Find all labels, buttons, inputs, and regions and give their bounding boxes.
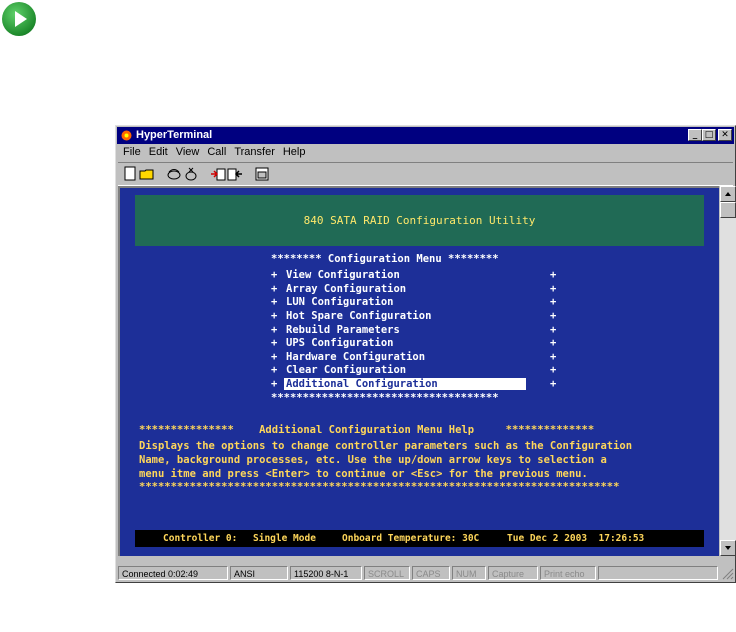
scroll-up-button[interactable]: [720, 186, 736, 202]
date-time: Tue Dec 2 2003 17:26:53: [507, 533, 645, 544]
controller-label: Controller 0:: [163, 533, 238, 544]
utility-header: 840 SATA RAID Configuration Utility: [135, 195, 704, 246]
scroll-lock-indicator: SCROLL: [364, 566, 410, 580]
menu-item-hardware-configuration[interactable]: + Hardware Configuration +: [271, 351, 556, 364]
connect-icon[interactable]: [166, 166, 182, 182]
open-icon[interactable]: [139, 166, 155, 182]
menu-item-additional-configuration[interactable]: + Additional Configuration +: [271, 378, 556, 391]
caps-lock-indicator: CAPS: [412, 566, 450, 580]
window-title: HyperTerminal: [136, 129, 213, 141]
menu-item-ups-configuration[interactable]: + UPS Configuration +: [271, 337, 556, 350]
menu-item-lun-configuration[interactable]: + LUN Configuration +: [271, 296, 556, 309]
toolbar: [118, 162, 733, 186]
num-lock-indicator: NUM: [452, 566, 486, 580]
help-title: *************** Additional Configuration…: [139, 424, 595, 436]
help-text-line: Displays the options to change controlle…: [139, 440, 633, 452]
vertical-scrollbar[interactable]: [720, 186, 736, 556]
menu-bottom-border: ************************************: [271, 392, 499, 404]
minimize-button[interactable]: _: [688, 129, 702, 141]
resize-grip-icon[interactable]: [722, 568, 734, 580]
terminal-bottom-edge: [118, 556, 719, 565]
title-bar: HyperTerminal _ □ ✕: [117, 127, 734, 144]
menu-item-clear-configuration[interactable]: + Clear Configuration +: [271, 364, 556, 377]
status-panel-empty: [598, 566, 718, 580]
port-settings: 115200 8-N-1: [290, 566, 362, 580]
maximize-button[interactable]: □: [702, 129, 716, 141]
menu-transfer[interactable]: Transfer: [230, 145, 279, 159]
menu-item-view-configuration[interactable]: + View Configuration +: [271, 269, 556, 282]
menu-edit[interactable]: Edit: [145, 145, 172, 159]
receive-icon[interactable]: [227, 166, 243, 182]
configuration-menu-title: ******** Configuration Menu ********: [271, 253, 499, 265]
menu-bar: File Edit View Call Transfer Help: [119, 145, 309, 161]
connected-time: Connected 0:02:49: [118, 566, 228, 580]
hyperterminal-app-icon: [121, 130, 132, 141]
help-text-line: Name, background processes, etc. Use the…: [139, 454, 607, 466]
menu-call[interactable]: Call: [203, 145, 230, 159]
menu-item-array-configuration[interactable]: + Array Configuration +: [271, 283, 556, 296]
capture-indicator: Capture: [488, 566, 538, 580]
disconnect-icon[interactable]: [183, 166, 199, 182]
properties-icon[interactable]: [254, 166, 270, 182]
send-icon[interactable]: [210, 166, 226, 182]
menu-file[interactable]: File: [119, 145, 145, 159]
close-button[interactable]: ✕: [718, 129, 732, 141]
onboard-temperature: Onboard Temperature: 30C: [342, 533, 480, 544]
next-arrow-icon: [2, 2, 36, 36]
print-echo-indicator: Print echo: [540, 566, 596, 580]
help-bottom-border: ****************************************…: [139, 481, 620, 493]
hyperterminal-window: HyperTerminal _ □ ✕ File Edit View Call Tran…: [115, 125, 736, 583]
scroll-down-button[interactable]: [720, 540, 736, 556]
controller-mode: Single Mode: [253, 533, 316, 544]
help-text-line: menu itme and press <Enter> to continue …: [139, 468, 588, 480]
terminal-screen[interactable]: 840 SATA RAID Configuration Utility ****…: [118, 186, 719, 556]
controller-status-line: Controller 0: Single Mode Onboard Temper…: [135, 530, 704, 547]
menu-item-hot-spare-configuration[interactable]: + Hot Spare Configuration +: [271, 310, 556, 323]
status-bar: Connected 0:02:49 ANSI 115200 8-N-1 SCRO…: [118, 565, 735, 582]
menu-item-rebuild-parameters[interactable]: + Rebuild Parameters +: [271, 324, 556, 337]
menu-help[interactable]: Help: [279, 145, 310, 159]
new-icon[interactable]: [122, 166, 138, 182]
emulation-type: ANSI: [230, 566, 288, 580]
menu-view[interactable]: View: [172, 145, 204, 159]
scroll-thumb[interactable]: [720, 202, 736, 218]
